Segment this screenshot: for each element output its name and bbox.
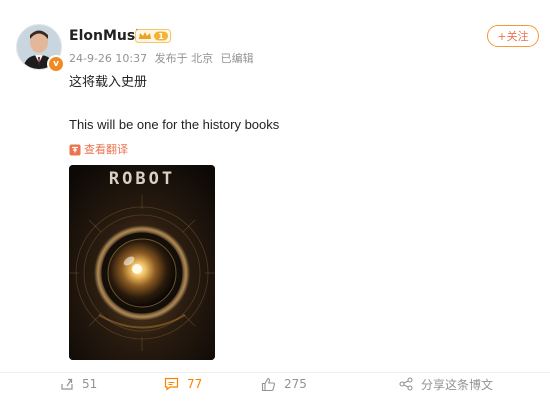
comment-count: 77 (187, 377, 203, 391)
comment-icon (164, 377, 179, 391)
share-button[interactable]: 分享这条博文 (399, 375, 493, 393)
share-icon (399, 377, 413, 391)
repost-icon (61, 378, 73, 390)
translate-link[interactable]: 查看翻译 (69, 143, 128, 157)
post-image[interactable]: ROBOT (69, 165, 215, 360)
post-meta: 24-9-26 10:37 发布于 北京 已编辑 (69, 52, 258, 66)
follow-button[interactable]: +关注 (487, 25, 539, 47)
post-timestamp[interactable]: 24-9-26 10:37 (69, 52, 147, 65)
share-label: 分享这条博文 (421, 377, 494, 392)
footer-divider (0, 372, 550, 373)
like-count: 275 (284, 377, 307, 391)
post-location: 发布于 北京 (154, 52, 214, 65)
repost-button[interactable]: 51 (60, 375, 97, 393)
post-text-en: This will be one for the history books (69, 117, 280, 132)
poster-title: ROBOT (109, 169, 175, 189)
translate-icon (69, 144, 81, 156)
like-button[interactable]: 275 (261, 375, 307, 393)
post-text-cn: 这将载入史册 (69, 75, 148, 90)
verified-badge: v (47, 55, 65, 73)
comment-button[interactable]: 77 (164, 375, 202, 393)
translate-label: 查看翻译 (84, 143, 128, 156)
repost-count: 51 (82, 377, 98, 391)
weibo-post: v ElonMusk 1 24-9-26 10:37 发布于 北京 已编辑 +关… (0, 0, 550, 410)
post-edited[interactable]: 已编辑 (221, 52, 254, 65)
vip-badge-icon[interactable]: 1 (135, 29, 171, 43)
thumbs-up-icon (261, 377, 276, 391)
robot-poster: ROBOT (69, 165, 215, 360)
vip-level: 1 (158, 32, 164, 41)
author-name[interactable]: ElonMusk (69, 27, 145, 45)
